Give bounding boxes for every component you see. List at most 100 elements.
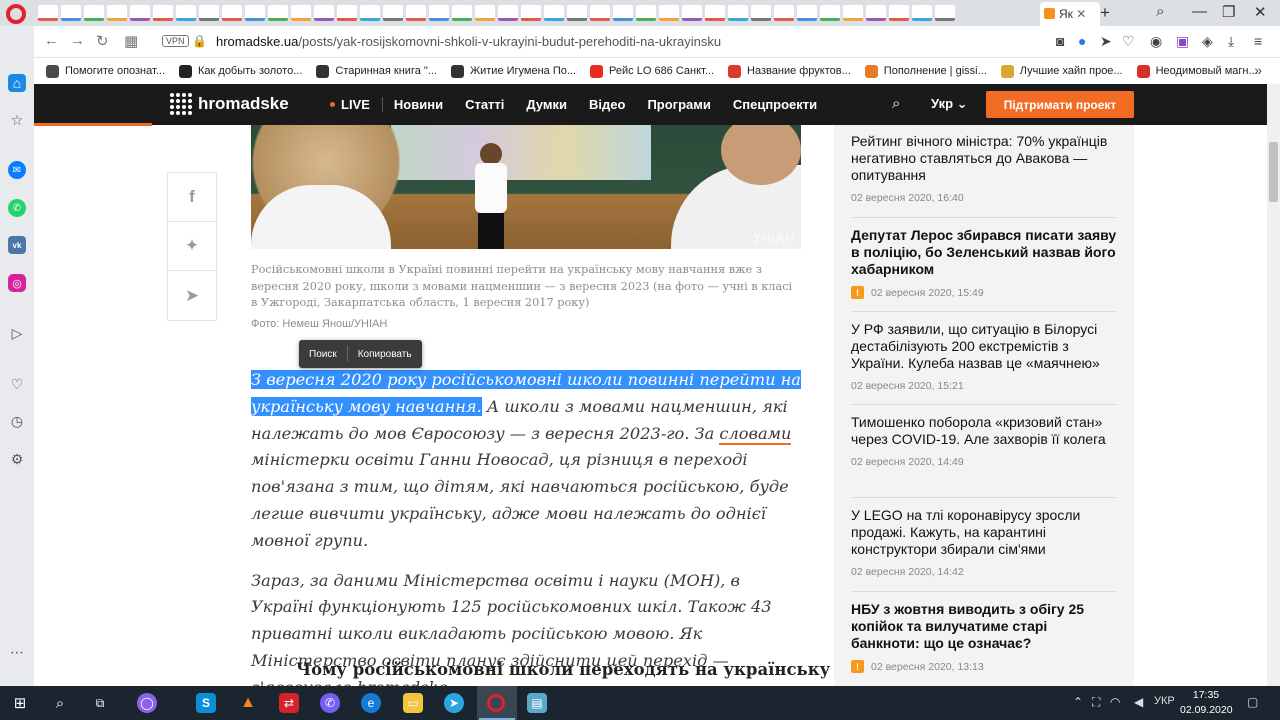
news-title[interactable]: Рейтинг вічного міністра: 70% українців … [851,133,1117,184]
volume-icon[interactable]: ◀ [1134,695,1143,709]
speed-dial-icon[interactable]: ▦ [124,32,138,50]
skype-icon[interactable]: S [196,693,216,713]
browser-tab[interactable] [797,5,817,21]
bookmark-item[interactable]: Пополнение | gissi... [864,64,987,78]
vpn-badge[interactable]: VPN [162,35,189,47]
bookmark-item[interactable]: Старинная книга "... [316,64,437,78]
browser-tab[interactable] [314,5,334,21]
support-project-button[interactable]: Підтримати проект [986,91,1134,118]
taskbar-clock[interactable]: 17:35 02.09.2020 [1180,688,1233,718]
nav-item[interactable]: Статті [454,97,515,112]
twitter-share-icon[interactable]: ✦ [168,222,216,271]
browser-tab[interactable] [176,5,196,21]
nav-item[interactable]: Новини [383,97,454,112]
language-select[interactable]: Укр ⌄ [931,96,968,112]
bookmark-item[interactable]: Название фруктов... [728,64,851,78]
browser-tab[interactable] [38,5,58,21]
browser-tab[interactable] [452,5,472,21]
notifications-icon[interactable]: ▢ [1247,695,1258,709]
opera-taskbar-icon[interactable] [487,694,505,712]
browser-tab[interactable] [84,5,104,21]
browser-tab[interactable] [245,5,265,21]
browser-tab[interactable] [61,5,81,21]
bookmark-item[interactable]: Как добыть золото... [179,64,302,78]
wifi-icon[interactable]: ◠ [1110,695,1120,709]
star-icon[interactable]: ☆ [8,111,26,129]
menu-lines-icon[interactable]: ≡ [1254,33,1262,49]
language-indicator[interactable]: УКР [1154,695,1175,707]
browser-tab[interactable] [521,5,541,21]
browser-tab[interactable] [222,5,242,21]
telegram-share-icon[interactable]: ➤ [168,271,216,320]
file-explorer-icon[interactable]: ▭ [403,693,423,713]
browser-tab[interactable] [337,5,357,21]
anydesk-icon[interactable]: ⇄ [279,693,299,713]
site-logo[interactable]: hromadske [170,93,289,115]
news-item[interactable]: У LEGO на тлі коронавірусу зросли продаж… [851,507,1117,578]
browser-tab[interactable] [912,5,932,21]
viber-icon[interactable]: ✆ [320,693,340,713]
lock-icon[interactable]: 🔒 [192,34,207,48]
maximize-icon[interactable]: ❐ [1222,3,1235,21]
article-photo[interactable]: УНІАН [251,125,801,249]
url-field[interactable]: hromadske.ua/posts/yak-rosijskomovni-shk… [216,34,721,49]
news-title[interactable]: У LEGO на тлі коронавірусу зросли продаж… [851,507,1117,558]
nav-item[interactable]: Програми [636,97,721,112]
new-tab-icon[interactable]: + [1100,3,1110,23]
nav-item[interactable]: Думки [515,97,578,112]
task-view-icon[interactable]: ⧉ [90,693,110,713]
minimize-icon[interactable]: — [1192,3,1207,20]
network-icon[interactable]: ⛶ [1092,695,1100,710]
browser-tab[interactable] [659,5,679,21]
whatsapp-icon[interactable]: ✆ [8,199,26,217]
send-sidebar-icon[interactable]: ▷ [8,324,26,342]
browser-tab[interactable] [613,5,633,21]
browser-tab[interactable] [498,5,518,21]
browser-tab[interactable] [360,5,380,21]
browser-tab[interactable] [567,5,587,21]
browser-tab[interactable] [935,5,955,21]
vk-icon[interactable]: vk [8,236,26,254]
more-dots-icon[interactable]: ⋯ [8,643,26,661]
taskbar-search-icon[interactable]: ⌕ [50,693,70,713]
browser-tab[interactable] [406,5,426,21]
news-title[interactable]: НБУ з жовтня виводить з обігу 25 копійок… [851,601,1117,652]
forward-icon[interactable]: → [70,32,85,49]
reload-icon[interactable]: ↻ [96,32,109,50]
back-icon[interactable]: ← [44,32,59,49]
heart-icon[interactable]: ♡ [1122,33,1135,50]
alice-app-icon[interactable]: ◯ [137,693,157,713]
home-icon[interactable]: ⌂ [8,74,26,92]
edge-icon[interactable]: e [361,693,381,713]
browser-tab[interactable] [636,5,656,21]
news-title[interactable]: Тимошенко поборола «кризовий стан» через… [851,414,1117,448]
browser-tab[interactable] [889,5,909,21]
browser-tab[interactable] [130,5,150,21]
messenger-icon[interactable]: ✉ [8,161,26,179]
news-title[interactable]: Депутат Лерос збирався писати заяву в по… [851,227,1117,278]
browser-tab[interactable] [199,5,219,21]
site-search-icon[interactable]: ⌕ [892,95,900,112]
news-item[interactable]: Тимошенко поборола «кризовий стан» через… [851,414,1117,468]
notepad-icon[interactable]: ▤ [527,693,547,713]
adblock-shield-icon[interactable]: ● [1078,33,1086,49]
bookmark-item[interactable]: Помогите опознат... [46,64,165,78]
news-item[interactable]: Рейтинг вічного міністра: 70% українців … [851,133,1117,204]
tab-active[interactable]: Як ✕ [1040,2,1100,26]
close-window-icon[interactable]: ✕ [1254,3,1267,21]
news-title[interactable]: У РФ заявили, що ситуацію в Білорусі дес… [851,321,1117,372]
search-tabs-icon[interactable]: ⌕ [1156,3,1164,20]
send-icon[interactable]: ➤ [1100,33,1112,50]
camera-icon[interactable]: ◙ [1056,33,1064,49]
news-item[interactable]: НБУ з жовтня виводить з обігу 25 копійок… [851,601,1117,673]
bookmarks-overflow-icon[interactable]: » [1254,62,1262,78]
browser-tab[interactable] [705,5,725,21]
browser-tab[interactable] [866,5,886,21]
bookmark-item[interactable]: Житие Игумена По... [450,64,576,78]
browser-tab[interactable] [774,5,794,21]
news-item[interactable]: У РФ заявили, що ситуацію в Білорусі дес… [851,321,1117,392]
news-item[interactable]: Депутат Лерос збирався писати заяву в по… [851,227,1117,299]
context-search-button[interactable]: Поиск [299,349,347,360]
context-copy-button[interactable]: Копировать [348,349,422,360]
browser-tab[interactable] [843,5,863,21]
